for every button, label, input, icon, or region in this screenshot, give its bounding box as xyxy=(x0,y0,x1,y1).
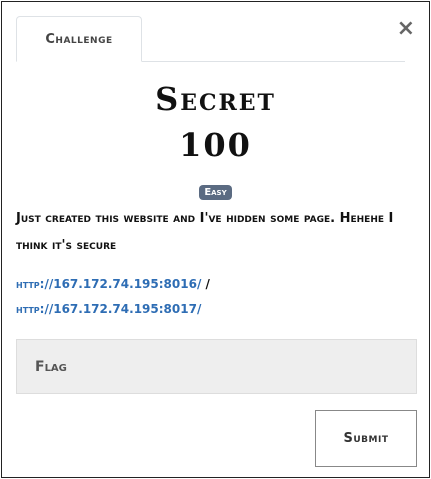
flag-input[interactable] xyxy=(16,339,417,394)
challenge-points: 100 xyxy=(179,126,252,164)
challenge-modal: Challenge × Secret 100 Easy Just created… xyxy=(1,1,430,478)
tab-challenge[interactable]: Challenge xyxy=(16,16,142,62)
challenge-title: Secret xyxy=(155,80,276,118)
close-icon[interactable]: × xyxy=(397,18,415,40)
link-8017[interactable]: http://167.172.74.195:8017/ xyxy=(16,302,201,316)
link-8016[interactable]: http://167.172.74.195:8016/ xyxy=(16,277,201,291)
difficulty-badge: Easy xyxy=(199,185,232,200)
link-separator: / xyxy=(205,277,210,291)
challenge-description: Just created this website and I've hidde… xyxy=(16,211,394,253)
submit-button[interactable]: Submit xyxy=(315,410,417,467)
challenge-links: http://167.172.74.195:8016/ / http://167… xyxy=(16,272,416,322)
